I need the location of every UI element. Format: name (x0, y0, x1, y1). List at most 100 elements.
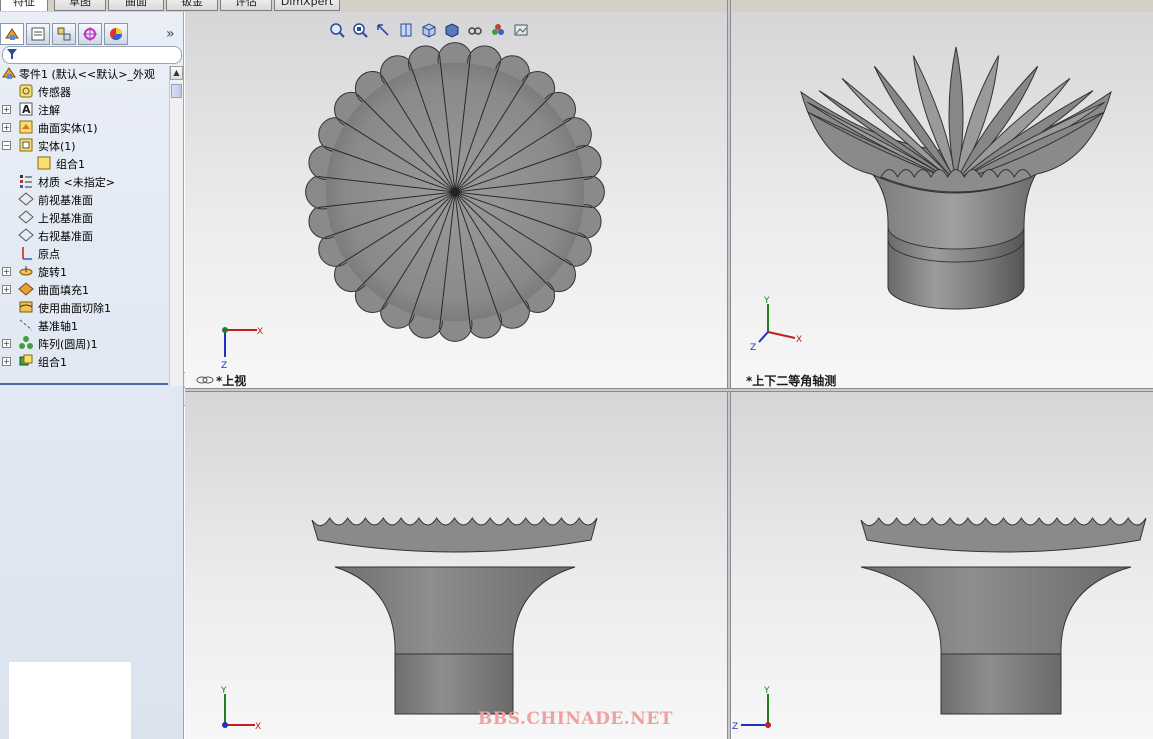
tree-item[interactable]: + 组合1 (0, 352, 170, 370)
forum-watermark: BBS.CHINADE.NET (478, 709, 673, 729)
tree-item-label: 实体(1) (38, 140, 76, 153)
configuration-manager-icon (57, 27, 71, 41)
tree-item[interactable]: 右视基准面 (0, 226, 170, 244)
axis-origin (222, 327, 228, 333)
front-view-drawing: Y X (220, 517, 598, 732)
tab-dimxpert[interactable]: DimXpert (274, 0, 340, 11)
expand-icon[interactable]: + (2, 339, 11, 348)
surface-fill-icon (18, 282, 34, 296)
property-manager-tab[interactable] (26, 23, 50, 45)
surface-cut-icon (19, 301, 33, 313)
x-axis-label: X (255, 722, 261, 732)
expand-icon[interactable]: + (2, 105, 11, 114)
tab-sheet-metal[interactable]: 钣金 (166, 0, 218, 11)
tree-item-label: 注解 (38, 104, 60, 117)
tab-label: 评估 (235, 0, 257, 8)
flower-top-model[interactable] (305, 42, 605, 342)
tab-surfaces[interactable]: 曲面 (108, 0, 164, 11)
combine-icon (19, 354, 33, 366)
annotation-icon: A (19, 102, 33, 116)
y-axis-label: Y (763, 686, 770, 696)
z-axis-label: Z (732, 722, 738, 732)
feature-manager-tab[interactable] (0, 23, 24, 45)
y-axis-label: Y (763, 296, 770, 306)
tab-evaluate[interactable]: 评估 (220, 0, 272, 11)
material-icon (20, 175, 32, 188)
tree-item[interactable]: + 旋转1 (0, 262, 170, 280)
tab-label: DimXpert (280, 0, 334, 8)
view-label-top: *上视 (216, 374, 247, 388)
origin-icon (22, 247, 32, 260)
tab-label: 曲面 (125, 0, 147, 8)
expand-icon[interactable]: + (2, 267, 11, 276)
tree-item[interactable]: 原点 (0, 244, 170, 262)
tree-item-label: 组合1 (56, 158, 85, 171)
axis-origin (765, 722, 771, 728)
z-axis-label: Z (221, 361, 227, 371)
collapse-icon[interactable]: − (2, 141, 11, 150)
tree-item-label: 阵列(圆周)1 (38, 338, 98, 351)
tree-item[interactable]: + 曲面填充1 (0, 280, 170, 298)
viewport-isometric-view[interactable]: Y X Z *上下二等角轴测 (731, 12, 1153, 388)
tree-item[interactable]: 传感器 (0, 82, 170, 100)
tree-item[interactable]: 材质 <未指定> (0, 172, 170, 190)
plane-icon (18, 192, 34, 206)
viewport-front-view[interactable]: Y X (185, 392, 727, 739)
tree-item-label: 组合1 (38, 356, 67, 369)
dimxpert-manager-icon (83, 27, 97, 41)
scroll-thumb[interactable] (171, 84, 182, 98)
tab-sketch[interactable]: 草图 (54, 0, 106, 11)
flower-right-model[interactable] (860, 517, 1147, 715)
viewport-right-view[interactable]: Y Z (731, 392, 1153, 739)
panel-expand-icon[interactable]: » (166, 26, 175, 42)
tree-item-label: 零件1 (默认<<默认>_外观 (19, 68, 155, 81)
tree-filter[interactable] (2, 46, 182, 64)
tab-features[interactable]: 特征 (0, 0, 48, 11)
configuration-manager-tab[interactable] (52, 23, 76, 45)
link-views-icon[interactable] (196, 375, 214, 385)
tree-item[interactable]: 组合1 (0, 154, 170, 172)
scroll-up-icon[interactable]: ▲ (170, 66, 183, 80)
expand-icon[interactable]: + (2, 357, 11, 366)
z-axis-label: Z (750, 343, 756, 353)
x-axis-label: X (796, 335, 802, 345)
tree-item[interactable]: − 实体(1) (0, 136, 170, 154)
combine-body-icon (37, 156, 51, 170)
tree-item[interactable]: 零件1 (默认<<默认>_外观 (0, 64, 170, 82)
view-label-isometric: *上下二等角轴测 (746, 374, 837, 388)
tree-item[interactable]: 使用曲面切除1 (0, 298, 170, 316)
tree-item[interactable]: + 阵列(圆周)1 (0, 334, 170, 352)
blank-panel-area (9, 662, 131, 739)
tree-item-label: 材质 <未指定> (38, 176, 115, 189)
panel-tabs: » (0, 20, 183, 48)
tree-item[interactable]: + A 注解 (0, 100, 170, 118)
tree-item-label: 旋转1 (38, 266, 67, 279)
tree-item-label: 曲面填充1 (38, 284, 89, 297)
svg-text:A: A (22, 103, 31, 116)
surface-body-icon (19, 120, 33, 134)
tree-item[interactable]: 上视基准面 (0, 208, 170, 226)
tab-label: 草图 (69, 0, 91, 8)
tree-item[interactable]: 基准轴1 (0, 316, 170, 334)
expand-icon[interactable]: + (2, 285, 11, 294)
tree-scrollbar[interactable]: ▲ (169, 66, 183, 386)
expand-icon[interactable]: + (2, 123, 11, 132)
axis-triad-front: Y X (220, 686, 261, 732)
tree-rollback-bar[interactable] (0, 383, 168, 385)
z-axis-line (758, 331, 769, 343)
tree-item-label: 上视基准面 (38, 212, 93, 225)
flower-isometric-model[interactable] (800, 46, 1112, 310)
tree-item[interactable]: + 曲面实体(1) (0, 118, 170, 136)
top-view-drawing: X Z (221, 42, 605, 371)
viewport-top-view[interactable]: X Z *上视 (185, 12, 727, 388)
tree-item-label: 右视基准面 (38, 230, 93, 243)
command-manager-tabs: 特征 草图 曲面 钣金 评估 DimXpert (0, 0, 1153, 12)
flower-front-model[interactable] (311, 517, 598, 715)
y-axis-label: Y (220, 686, 227, 696)
plane-icon (18, 210, 34, 224)
circular-pattern-icon (19, 336, 33, 349)
tree-item[interactable]: 前视基准面 (0, 190, 170, 208)
dimxpert-manager-tab[interactable] (78, 23, 102, 45)
axis-icon (19, 319, 33, 331)
display-manager-tab[interactable] (104, 23, 128, 45)
